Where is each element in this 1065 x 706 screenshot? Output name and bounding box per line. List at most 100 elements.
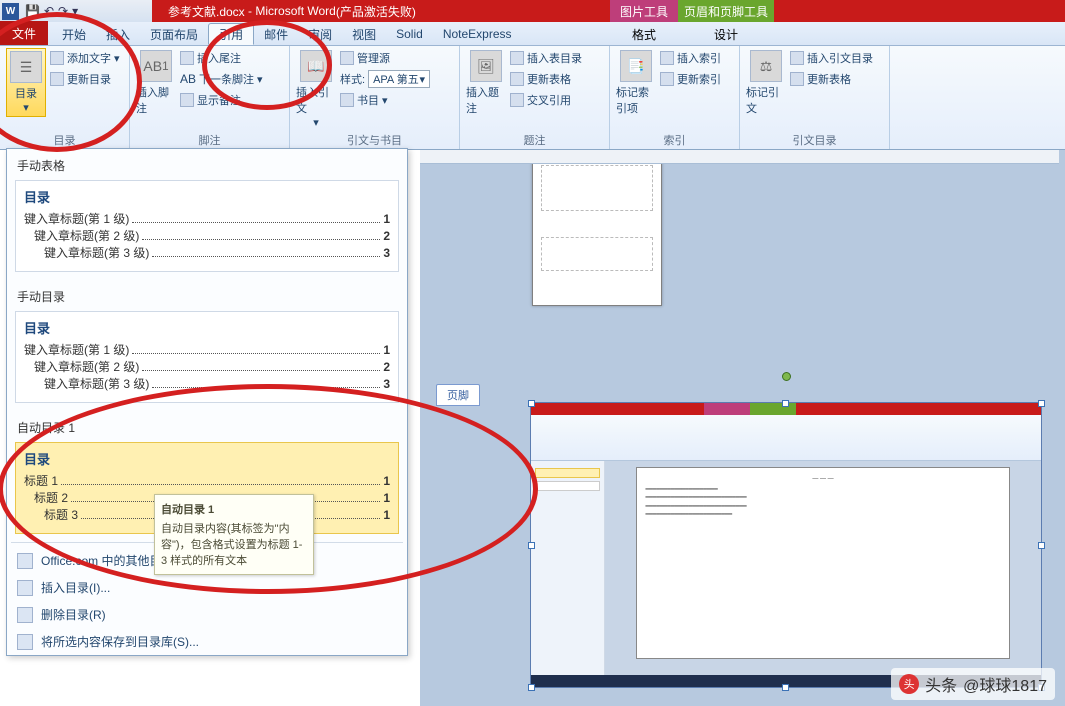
add-text-button[interactable]: 添加文字▾	[50, 48, 120, 68]
group-label-toc: 目录	[6, 131, 123, 149]
toc-icon: ☰	[10, 51, 42, 83]
document-canvas[interactable]: 页脚 — — — ━━━━━━━━━━━━━━━━━━━━━━━━━━━━━━━…	[420, 150, 1065, 706]
insert-toc-dialog-button[interactable]: 插入目录(I)...	[7, 574, 407, 601]
insert-tof-button[interactable]: 插入表目录	[510, 48, 582, 68]
tab-noteexpress[interactable]: NoteExpress	[433, 23, 522, 45]
update-toc-button[interactable]: 更新目录	[50, 69, 120, 89]
group-index: 📑 标记索引项 插入索引 更新索引 索引	[610, 46, 740, 149]
insert-toa-button[interactable]: 插入引文目录	[790, 48, 873, 68]
embedded-screenshot[interactable]: — — — ━━━━━━━━━━━━━━━━━━━━━━━━━━━━━━━━━━…	[530, 402, 1042, 688]
toc-line: 键入章标题(第 2 级)2	[24, 227, 390, 244]
cross-reference-button[interactable]: 交叉引用	[510, 90, 582, 110]
update-index-icon	[660, 72, 674, 86]
resize-handle[interactable]	[782, 400, 789, 407]
bibliography-button[interactable]: 书目▾	[340, 90, 430, 110]
caption-icon: 🖼	[470, 50, 502, 82]
page-preview-top	[532, 156, 662, 306]
gallery-section-auto1: 自动目录 1	[7, 411, 407, 440]
ribbon-tabs: 文件 开始 插入 页面布局 引用 邮件 审阅 视图 Solid NoteExpr…	[0, 22, 1065, 46]
manage-sources-button[interactable]: 管理源	[340, 48, 430, 68]
resize-handle[interactable]	[528, 542, 535, 549]
tab-solid[interactable]: Solid	[386, 23, 433, 45]
manage-sources-icon	[340, 51, 354, 65]
toc-line: 键入章标题(第 1 级)1	[24, 341, 390, 358]
word-app-icon: W	[2, 3, 19, 20]
update-toa-button[interactable]: 更新表格	[790, 69, 873, 89]
mark-citation-icon: ⚖	[750, 50, 782, 82]
title-bar: W 💾 ↶ ↷ ▾ 参考文献.docx - Microsoft Word(产品激…	[0, 0, 1065, 22]
resize-handle[interactable]	[782, 684, 789, 691]
toc-line: 键入章标题(第 2 级)2	[24, 358, 390, 375]
toc-header: 目录	[24, 318, 390, 337]
contextual-tab-header-footer[interactable]: 页眉和页脚工具	[678, 0, 774, 22]
insert-toa-icon	[790, 51, 804, 65]
tab-insert[interactable]: 插入	[96, 23, 140, 45]
undo-icon[interactable]: ↶	[44, 4, 54, 18]
footer-indicator[interactable]: 页脚	[436, 384, 480, 406]
quick-access-toolbar[interactable]: 💾 ↶ ↷ ▾	[21, 4, 82, 18]
insert-toc-icon	[17, 580, 33, 596]
group-label-caption: 题注	[466, 131, 603, 149]
embed-ribbon	[531, 415, 1041, 461]
group-footnotes: AB1 插入脚注 插入尾注 AB下一条脚注▾ 显示备注 脚注	[130, 46, 290, 149]
watermark-icon: 头	[899, 674, 919, 694]
toc-line: 键入章标题(第 1 级)1	[24, 210, 390, 227]
group-label-toa: 引文目录	[746, 131, 883, 149]
save-icon[interactable]: 💾	[25, 4, 40, 18]
qat-more-icon[interactable]: ▾	[72, 4, 78, 18]
contextual-tab-picture[interactable]: 图片工具	[610, 0, 678, 22]
resize-handle[interactable]	[1038, 400, 1045, 407]
update-index-button[interactable]: 更新索引	[660, 69, 721, 89]
insert-citation-button[interactable]: 📖 插入引文▾	[296, 48, 336, 131]
subtab-design[interactable]: 设计	[678, 23, 774, 45]
tab-layout[interactable]: 页面布局	[140, 23, 208, 45]
group-toa: ⚖ 标记引文 插入引文目录 更新表格 引文目录	[740, 46, 890, 149]
style-selector[interactable]: 样式:APA 第五▾	[340, 69, 430, 89]
gallery-item-manual-toc[interactable]: 目录 键入章标题(第 1 级)1键入章标题(第 2 级)2键入章标题(第 3 级…	[15, 311, 399, 403]
resize-handle[interactable]	[528, 400, 535, 407]
resize-handle[interactable]	[1038, 542, 1045, 549]
endnote-icon	[180, 51, 194, 65]
update-tof-icon	[510, 72, 524, 86]
mark-index-entry-button[interactable]: 📑 标记索引项	[616, 48, 656, 118]
toc-line: 标题 11	[24, 472, 390, 489]
next-footnote-button[interactable]: AB下一条脚注▾	[180, 69, 263, 89]
toc-line: 键入章标题(第 3 级)3	[24, 375, 390, 392]
toc-gallery-dropdown: 手动表格 目录 键入章标题(第 1 级)1键入章标题(第 2 级)2键入章标题(…	[6, 148, 408, 656]
resize-handle[interactable]	[528, 684, 535, 691]
tab-references[interactable]: 引用	[208, 23, 254, 45]
tab-home[interactable]: 开始	[52, 23, 96, 45]
gallery-item-manual-table[interactable]: 目录 键入章标题(第 1 级)1键入章标题(第 2 级)2键入章标题(第 3 级…	[15, 180, 399, 272]
remove-toc-button[interactable]: 删除目录(R)	[7, 601, 407, 628]
subtab-format[interactable]: 格式	[610, 23, 678, 45]
gallery-tooltip: 自动目录 1 自动目录内容(其标签为"内容")，包含格式设置为标题 1-3 样式…	[154, 494, 314, 575]
redo-icon[interactable]: ↷	[58, 4, 68, 18]
show-notes-button[interactable]: 显示备注	[180, 90, 263, 110]
horizontal-ruler[interactable]	[420, 150, 1059, 164]
save-gallery-icon	[17, 634, 33, 650]
update-toc-icon	[50, 72, 64, 86]
insert-footnote-button[interactable]: AB1 插入脚注	[136, 48, 176, 118]
tab-view[interactable]: 视图	[342, 23, 386, 45]
tab-review[interactable]: 审阅	[298, 23, 342, 45]
mark-index-icon: 📑	[620, 50, 652, 82]
mark-citation-button[interactable]: ⚖ 标记引文	[746, 48, 786, 118]
insert-index-icon	[660, 51, 674, 65]
toc-header: 目录	[24, 187, 390, 206]
gallery-section-manual-table: 手动表格	[7, 149, 407, 178]
insert-index-button[interactable]: 插入索引	[660, 48, 721, 68]
tof-icon	[510, 51, 524, 65]
group-captions: 🖼 插入题注 插入表目录 更新表格 交叉引用 题注	[460, 46, 610, 149]
rotation-handle[interactable]	[782, 372, 791, 381]
tab-file[interactable]: 文件	[0, 21, 48, 45]
footnote-icon: AB1	[140, 50, 172, 82]
tab-mailings[interactable]: 邮件	[254, 23, 298, 45]
insert-caption-button[interactable]: 🖼 插入题注	[466, 48, 506, 118]
group-toc: ☰ 目录▾ 添加文字▾ 更新目录 目录	[0, 46, 130, 149]
group-label-citation: 引文与书目	[296, 131, 453, 149]
insert-endnote-button[interactable]: 插入尾注	[180, 48, 263, 68]
toc-button[interactable]: ☰ 目录▾	[6, 48, 46, 117]
save-to-gallery-button[interactable]: 将所选内容保存到目录库(S)...	[7, 628, 407, 655]
update-tof-button[interactable]: 更新表格	[510, 69, 582, 89]
group-citations: 📖 插入引文▾ 管理源 样式:APA 第五▾ 书目▾ 引文与书目	[290, 46, 460, 149]
